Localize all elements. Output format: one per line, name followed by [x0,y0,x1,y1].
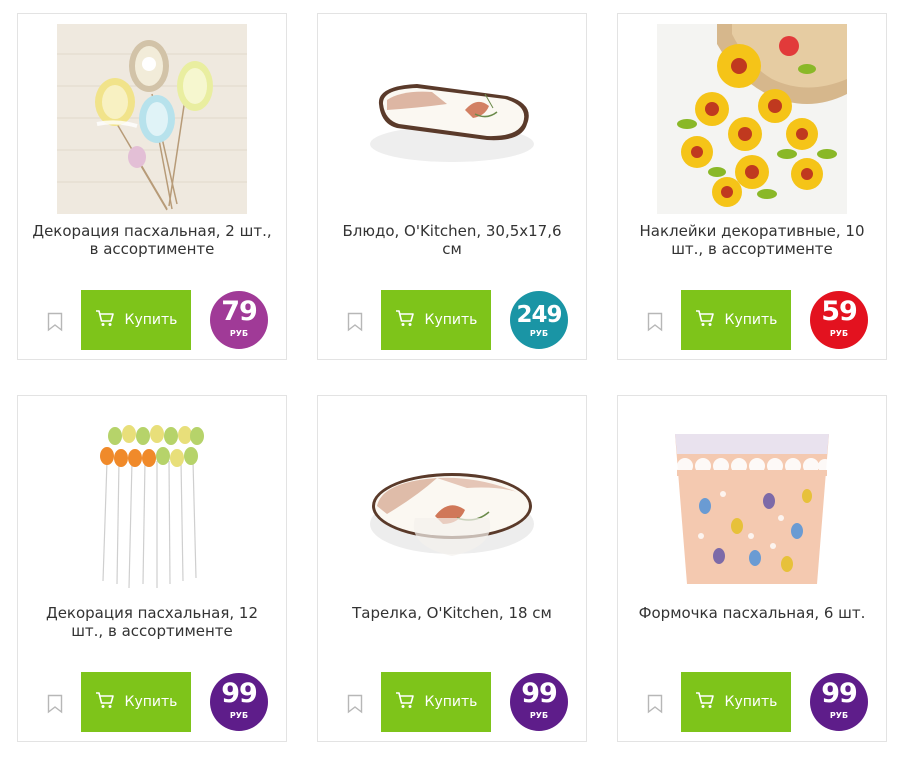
price-currency: РУБ [829,329,849,338]
price-badge: 249 РУБ [510,291,568,349]
baking-cups-image[interactable] [657,406,847,596]
buy-button[interactable]: Купить [81,290,191,350]
egg-picks-image[interactable] [57,406,247,596]
price-badge: 99 РУБ [510,673,568,731]
price-value: 99 [521,678,558,709]
bookmark-icon[interactable] [647,312,663,332]
cart-icon [395,690,415,714]
price-currency: РУБ [529,711,549,720]
price-badge: 99 РУБ [810,673,868,731]
bookmark-icon[interactable] [347,694,363,714]
price-value: 99 [821,678,858,709]
price-badge: 79 РУБ [210,291,268,349]
bookmark-icon[interactable] [47,694,63,714]
price-value: 249 [516,302,562,328]
sunflower-stickers-image[interactable] [657,24,847,214]
product-title[interactable]: Блюдо, O'Kitchen, 30,5x17,6 см [332,222,572,258]
buy-button[interactable]: Купить [81,672,191,732]
buy-button[interactable]: Купить [681,290,791,350]
bookmark-icon[interactable] [647,694,663,714]
price-currency: РУБ [229,711,249,720]
buy-button-label: Купить [424,312,478,328]
buy-button-label: Купить [724,312,778,328]
cart-icon [695,690,715,714]
easter-egg-decor-image[interactable] [57,24,247,214]
buy-button-label: Купить [424,694,478,710]
product-title[interactable]: Формочка пасхальная, 6 шт. [632,604,872,622]
product-card[interactable]: Тарелка, O'Kitchen, 18 см Купить 99 РУБ [317,395,587,742]
buy-button-label: Купить [724,694,778,710]
bookmark-icon[interactable] [347,312,363,332]
buy-button[interactable]: Купить [381,672,491,732]
product-grid: Декорация пасхальная, 2 шт., в ассортиме… [0,0,902,759]
product-title[interactable]: Декорация пасхальная, 2 шт., в ассортиме… [32,222,272,258]
price-currency: РУБ [829,711,849,720]
cart-icon [695,308,715,332]
product-title[interactable]: Наклейки декоративные, 10 шт., в ассорти… [632,222,872,258]
price-value: 99 [221,678,258,709]
buy-button-label: Купить [124,312,178,328]
price-value: 79 [221,296,258,327]
product-card[interactable]: Формочка пасхальная, 6 шт. Купить 99 РУБ [617,395,887,742]
price-value: 59 [821,296,858,327]
price-currency: РУБ [229,329,249,338]
product-card[interactable]: Декорация пасхальная, 2 шт., в ассортиме… [17,13,287,360]
product-title[interactable]: Декорация пасхальная, 12 шт., в ассортим… [32,604,272,640]
cart-icon [395,308,415,332]
price-badge: 59 РУБ [810,291,868,349]
cart-icon [95,690,115,714]
cart-icon [95,308,115,332]
bookmark-icon[interactable] [47,312,63,332]
product-card[interactable]: Декорация пасхальная, 12 шт., в ассортим… [17,395,287,742]
product-card[interactable]: Наклейки декоративные, 10 шт., в ассорти… [617,13,887,360]
round-plate-image[interactable] [357,406,547,596]
buy-button[interactable]: Купить [681,672,791,732]
product-title[interactable]: Тарелка, O'Kitchen, 18 см [332,604,572,622]
oval-platter-image[interactable] [357,24,547,214]
buy-button-label: Купить [124,694,178,710]
buy-button[interactable]: Купить [381,290,491,350]
product-card[interactable]: Блюдо, O'Kitchen, 30,5x17,6 см Купить 24… [317,13,587,360]
price-badge: 99 РУБ [210,673,268,731]
price-currency: РУБ [529,329,549,338]
